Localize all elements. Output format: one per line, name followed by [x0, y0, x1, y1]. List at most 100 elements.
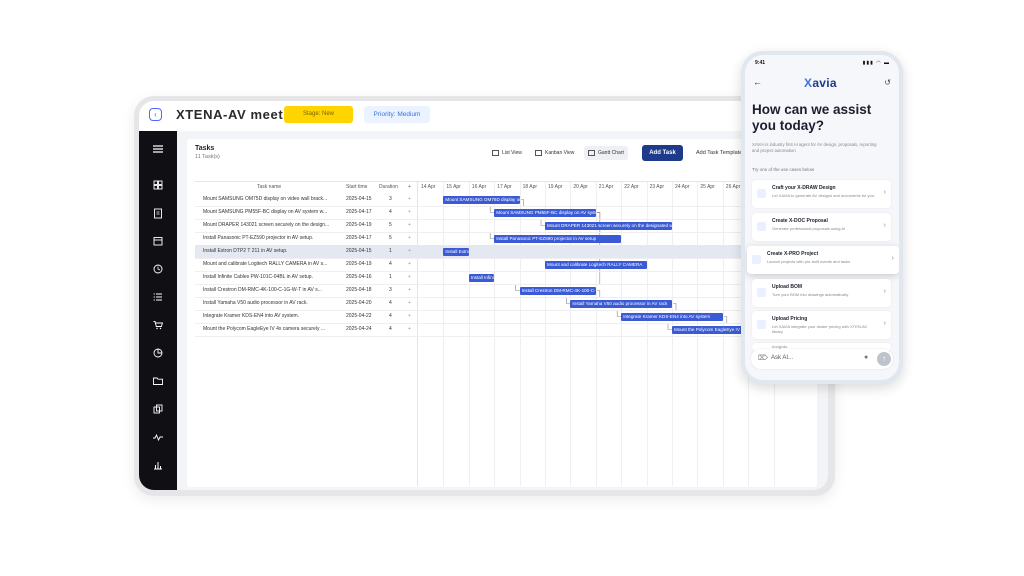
use-cases-label: Try one of the use cases below: [752, 167, 815, 172]
folder-plus-icon: [752, 255, 761, 264]
bar-chart-icon[interactable]: [152, 459, 164, 471]
back-button[interactable]: ‹: [149, 108, 162, 121]
date-header: 17 Apr: [497, 184, 512, 190]
table-row[interactable]: Install Yamaha V50 audio processor in AV…: [195, 297, 817, 311]
gantt-bar[interactable]: Integrate Kramer KDS-EN4 into AV system: [621, 312, 723, 321]
task-duration: 4: [389, 209, 392, 215]
gantt-bar[interactable]: Mount SAMSUNG OM75D display on video wal…: [443, 195, 520, 204]
gantt-bar[interactable]: Install Yamaha V50 audio processor in AV…: [570, 299, 672, 308]
cart-icon[interactable]: [152, 319, 164, 331]
history-icon[interactable]: ↺: [884, 78, 891, 87]
add-subtask-button[interactable]: +: [408, 284, 411, 297]
add-subtask-button[interactable]: +: [408, 297, 411, 310]
task-name: Mount SAMSUNG OM75D display on video wal…: [203, 196, 328, 202]
kanban-view-button[interactable]: Kanban View: [535, 146, 574, 160]
date-header: 25 Apr: [700, 184, 715, 190]
task-start: 2025-04-18: [346, 287, 372, 293]
gantt-bar[interactable]: Install Infinite Cables PW-101C-04BL: [468, 273, 495, 282]
task-duration: 5: [389, 222, 392, 228]
gantt-bar[interactable]: Install Panasonic PT-EZ590 projector in …: [494, 234, 622, 243]
task-name: Install Crestron DM-RMC-4K-100-C-1G-W-T …: [203, 287, 322, 293]
chart-pie-icon[interactable]: [152, 347, 164, 359]
date-header: 16 Apr: [471, 184, 487, 190]
use-case-card[interactable]: Craft your X-DRAW Design Let XAVIA to gen…: [752, 180, 891, 208]
kanban-view-icon: [535, 149, 542, 156]
chevron-right-icon: ›: [891, 255, 894, 262]
attach-icon[interactable]: ⌦: [758, 354, 768, 362]
activity-icon[interactable]: [152, 431, 164, 443]
gantt-chart-icon: [588, 149, 595, 156]
task-duration: 4: [389, 300, 392, 306]
task-start: 2025-04-15: [346, 248, 372, 254]
document-icon: [757, 222, 766, 231]
gantt-bar[interactable]: Mount DRAPER 143021 screen securely on t…: [545, 221, 672, 230]
table-row[interactable]: Install Crestron DM-RMC-4K-100-C-1G-W-T …: [195, 284, 817, 298]
priority-badge[interactable]: Priority: Medium: [364, 106, 430, 123]
chevron-right-icon: ›: [883, 189, 886, 196]
task-duration: 4: [389, 313, 392, 319]
add-subtask-button[interactable]: +: [408, 193, 411, 206]
calendar-icon[interactable]: [152, 235, 164, 247]
gantt-chart-button[interactable]: Gantt Chart: [584, 146, 628, 160]
date-header: 14 Apr: [421, 184, 436, 190]
app-screen: ‹ XTENA-AV meet... Stage: New Priority: …: [139, 101, 828, 490]
add-subtask-button[interactable]: +: [408, 271, 411, 284]
send-button[interactable]: ↑: [877, 352, 891, 366]
add-subtask-button[interactable]: +: [408, 232, 411, 245]
table-row[interactable]: Install Extron DTP2 T 211 in AV setup. 20…: [195, 245, 817, 259]
task-start: 2025-04-15: [346, 196, 372, 202]
stage-badge[interactable]: Stage: New: [284, 106, 353, 123]
table-row[interactable]: Integrate Kramer KDS-EN4 into AV system.…: [195, 310, 817, 324]
status-icons: ▮▮▮ ◠ ▬: [862, 60, 890, 66]
add-task-template-button[interactable]: Add Task Template: [696, 150, 742, 156]
use-case-card[interactable]: Upload Pricing Let XAVIA integrate your d…: [752, 311, 891, 339]
assist-description: XAVIA is industry first AI agent for AV …: [752, 142, 877, 153]
date-header: 18 Apr: [522, 184, 538, 190]
task-duration: 1: [389, 274, 392, 280]
table-row[interactable]: Install Infinite Cables PW-101C-04BL in …: [195, 271, 817, 285]
add-subtask-button[interactable]: +: [408, 310, 411, 323]
gantt-bar[interactable]: Mount SAMSUNG PM55F-BC display on AV sys…: [494, 208, 596, 217]
gantt-bar[interactable]: Install Extron DTP2 T 211: [443, 247, 469, 256]
folder-icon[interactable]: [152, 375, 164, 387]
upload-icon: [757, 320, 766, 329]
gantt-bar[interactable]: Install Crestron DM-RMC-4K-100-C-1G-W-T …: [519, 286, 596, 295]
table-row[interactable]: Mount and calibrate Logitech RALLY CAMER…: [195, 258, 817, 272]
tasks-count: 11 Task(s): [195, 154, 220, 160]
use-case-card-highlighted[interactable]: Create X-PRO Project Launch projects with…: [747, 246, 899, 274]
task-name: Mount and calibrate Logitech RALLY CAMER…: [203, 261, 328, 267]
date-header: 20 Apr: [573, 184, 588, 190]
add-task-button[interactable]: Add Task: [642, 145, 683, 161]
add-subtask-button[interactable]: +: [408, 323, 411, 336]
table-row[interactable]: Mount DRAPER 143021 screen securely on t…: [195, 219, 817, 233]
page-title: XTENA-AV meet...: [176, 107, 296, 122]
menu-icon[interactable]: [152, 143, 164, 155]
list-view-button[interactable]: List View: [492, 146, 522, 160]
task-start: 2025-04-17: [346, 235, 372, 241]
copy-icon[interactable]: [152, 403, 164, 415]
task-start: 2025-04-22: [346, 313, 372, 319]
date-header: 23 Apr: [649, 184, 665, 190]
add-subtask-button[interactable]: +: [408, 258, 411, 271]
pen-icon: [757, 189, 766, 198]
list-icon[interactable]: [152, 291, 164, 303]
phone-back-icon[interactable]: ←: [753, 77, 762, 87]
chevron-right-icon: ›: [883, 222, 886, 229]
mic-icon[interactable]: ●: [864, 354, 868, 361]
dashboard-icon[interactable]: [152, 179, 164, 191]
clock-icon[interactable]: [152, 263, 164, 275]
use-case-card[interactable]: Upload BOM Turn your BOM into drawings au…: [752, 279, 891, 307]
task-name: Install Extron DTP2 T 211 in AV setup.: [203, 248, 288, 254]
task-start: 2025-04-20: [346, 300, 372, 306]
ask-ai-input[interactable]: ⌦ Ask AI... ● ↑: [751, 349, 893, 369]
clipboard-icon[interactable]: [152, 207, 164, 219]
add-subtask-button[interactable]: +: [408, 245, 411, 258]
add-subtask-button[interactable]: +: [408, 219, 411, 232]
tasks-title: Tasks: [195, 145, 215, 152]
date-header: 21 Apr: [598, 184, 614, 190]
use-case-card[interactable]: Create X-DOC Proposal Generate profession…: [752, 213, 891, 241]
list-view-icon: [492, 149, 499, 156]
gantt-bar[interactable]: Mount and calibrate Logitech RALLY CAMER…: [545, 260, 647, 269]
add-subtask-button[interactable]: +: [408, 206, 411, 219]
sidebar: [139, 131, 177, 490]
